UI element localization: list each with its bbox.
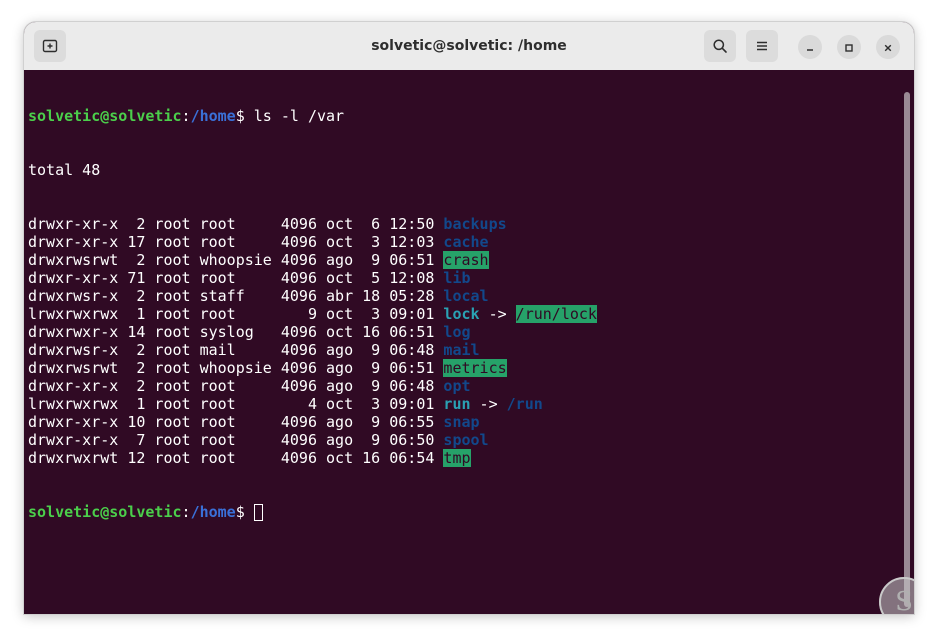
close-icon: [883, 38, 893, 57]
listing-rows: drwxr-xr-x 2 root root 4096 oct 6 12:50 …: [28, 215, 597, 467]
search-icon: [712, 38, 728, 54]
listing-row: drwxr-xr-x 10 root root 4096 ago 9 06:55…: [28, 413, 597, 431]
symlink-target: /run: [506, 395, 543, 413]
file-name: cache: [443, 233, 489, 251]
prompt-path: /home: [190, 503, 236, 521]
prompt-separator: :: [181, 503, 191, 521]
scrollbar[interactable]: [904, 92, 910, 607]
maximize-button[interactable]: [837, 35, 861, 59]
file-metadata: drwxrwsrwt 2 root whoopsie 4096 ago 9 06…: [28, 359, 444, 377]
symlink-target: /run/lock: [515, 305, 597, 323]
hamburger-menu-icon: [755, 39, 769, 53]
file-name: lib: [443, 269, 471, 287]
listing-row: drwxr-xr-x 2 root root 4096 oct 6 12:50 …: [28, 215, 597, 233]
terminal-area[interactable]: solvetic@solvetic:/home$ ls -l /var tota…: [24, 70, 914, 614]
file-metadata: drwxrwsrwt 2 root whoopsie 4096 ago 9 06…: [28, 251, 444, 269]
file-metadata: drwxr-xr-x 2 root root 4096 oct 6 12:50: [28, 215, 444, 233]
total-line: total 48: [28, 161, 101, 179]
listing-row: drwxr-xr-x 71 root root 4096 oct 5 12:08…: [28, 269, 597, 287]
listing-row: drwxrwsr-x 2 root mail 4096 ago 9 06:48 …: [28, 341, 597, 359]
listing-row: drwxrwsr-x 2 root staff 4096 abr 18 05:2…: [28, 287, 597, 305]
text-cursor: [253, 504, 263, 521]
file-metadata: drwxrwxrwt 12 root root 4096 oct 16 06:5…: [28, 449, 444, 467]
maximize-icon: [844, 38, 854, 57]
prompt-dollar: $: [235, 107, 254, 125]
current-prompt-line[interactable]: solvetic@solvetic:/home$: [28, 503, 597, 521]
file-metadata: drwxrwsr-x 2 root mail 4096 ago 9 06:48: [28, 341, 444, 359]
search-button[interactable]: [704, 30, 736, 62]
terminal-window: solvetic@solvetic: /home solvetic@solvet…: [24, 22, 914, 614]
file-name: run: [443, 395, 471, 413]
new-tab-icon: [42, 38, 58, 54]
file-metadata: drwxrwsr-x 2 root staff 4096 abr 18 05:2…: [28, 287, 444, 305]
solvetic-logo: S: [879, 577, 914, 614]
file-name: crash: [443, 251, 489, 269]
prompt-user: solvetic@solvetic: [28, 107, 182, 125]
file-metadata: drwxr-xr-x 10 root root 4096 ago 9 06:55: [28, 413, 444, 431]
menu-button[interactable]: [746, 30, 778, 62]
listing-row: drwxrwsrwt 2 root whoopsie 4096 ago 9 06…: [28, 359, 597, 377]
listing-row: lrwxrwxrwx 1 root root 9 oct 3 09:01 loc…: [28, 305, 597, 323]
close-button[interactable]: [876, 35, 900, 59]
file-metadata: drwxr-xr-x 71 root root 4096 oct 5 12:08: [28, 269, 444, 287]
minimize-icon: [805, 38, 815, 57]
file-metadata: lrwxrwxrwx 1 root root 9 oct 3 09:01: [28, 305, 444, 323]
listing-row: drwxrwxrwt 12 root root 4096 oct 16 06:5…: [28, 449, 597, 467]
prompt-separator: :: [181, 107, 191, 125]
window-title: solvetic@solvetic: /home: [371, 38, 567, 54]
file-name: log: [443, 323, 471, 341]
symlink-arrow: ->: [470, 395, 507, 413]
prompt-path: /home: [190, 107, 236, 125]
file-name: opt: [443, 377, 471, 395]
prompt-user: solvetic@solvetic: [28, 503, 182, 521]
file-metadata: lrwxrwxrwx 1 root root 4 oct 3 09:01: [28, 395, 444, 413]
listing-row: drwxr-xr-x 17 root root 4096 oct 3 12:03…: [28, 233, 597, 251]
file-name: snap: [443, 413, 480, 431]
file-name: lock: [443, 305, 480, 323]
terminal-output: solvetic@solvetic:/home$ ls -l /var tota…: [28, 71, 597, 557]
file-name: tmp: [443, 449, 471, 467]
listing-row: drwxrwsrwt 2 root whoopsie 4096 ago 9 06…: [28, 251, 597, 269]
svg-text:S: S: [895, 587, 913, 614]
file-name: local: [443, 287, 489, 305]
file-metadata: drwxr-xr-x 17 root root 4096 oct 3 12:03: [28, 233, 444, 251]
file-metadata: drwxrwxr-x 14 root syslog 4096 oct 16 06…: [28, 323, 444, 341]
command-line: solvetic@solvetic:/home$ ls -l /var: [28, 107, 597, 125]
file-metadata: drwxr-xr-x 2 root root 4096 ago 9 06:48: [28, 377, 444, 395]
file-metadata: drwxr-xr-x 7 root root 4096 ago 9 06:50: [28, 431, 444, 449]
listing-row: drwxrwxr-x 14 root syslog 4096 oct 16 06…: [28, 323, 597, 341]
listing-row: drwxr-xr-x 2 root root 4096 ago 9 06:48 …: [28, 377, 597, 395]
file-name: spool: [443, 431, 489, 449]
new-tab-button[interactable]: [34, 30, 66, 62]
file-name: backups: [443, 215, 507, 233]
file-name: mail: [443, 341, 480, 359]
prompt-dollar: $: [235, 503, 254, 521]
title-bar[interactable]: solvetic@solvetic: /home: [24, 22, 914, 71]
file-name: metrics: [443, 359, 507, 377]
listing-row: lrwxrwxrwx 1 root root 4 oct 3 09:01 run…: [28, 395, 597, 413]
minimize-button[interactable]: [798, 35, 822, 59]
command-text: ls -l /var: [253, 107, 345, 125]
symlink-arrow: ->: [479, 305, 516, 323]
listing-row: drwxr-xr-x 7 root root 4096 ago 9 06:50 …: [28, 431, 597, 449]
